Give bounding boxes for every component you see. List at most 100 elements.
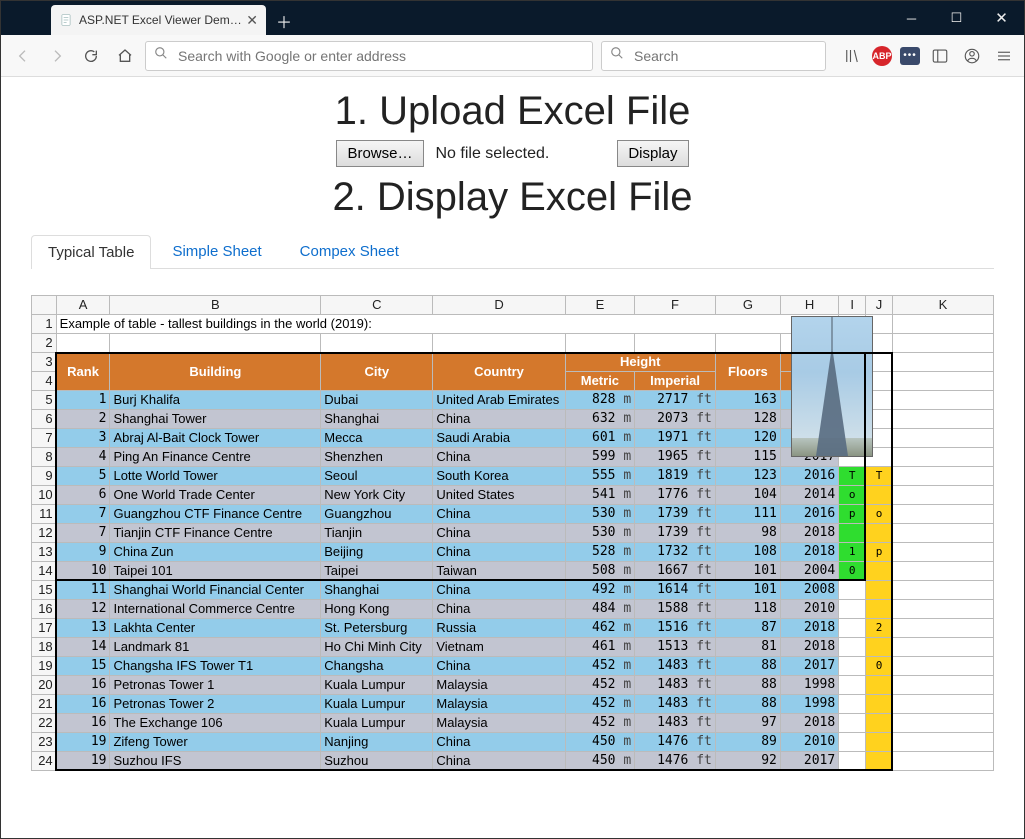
- cell-city[interactable]: St. Petersburg: [321, 619, 433, 638]
- cell-building[interactable]: Lotte World Tower: [110, 467, 321, 486]
- cell-rank[interactable]: 9: [56, 543, 110, 562]
- col-header[interactable]: B: [110, 296, 321, 315]
- sidebar-icon[interactable]: [928, 44, 952, 68]
- back-button[interactable]: [9, 42, 37, 70]
- cell-rank[interactable]: 14: [56, 638, 110, 657]
- cell-imperial[interactable]: 1739 ft: [635, 524, 716, 543]
- cell-city[interactable]: Kuala Lumpur: [321, 695, 433, 714]
- cell-country[interactable]: Saudi Arabia: [433, 429, 565, 448]
- cell-year[interactable]: 2017: [780, 752, 838, 771]
- cell-year[interactable]: 1998: [780, 695, 838, 714]
- cell-metric[interactable]: 484 m: [565, 600, 635, 619]
- cell-floors[interactable]: 88: [715, 695, 780, 714]
- cell-year[interactable]: 2018: [780, 714, 838, 733]
- cell-rank[interactable]: 1: [56, 391, 110, 410]
- cell-building[interactable]: Ping An Finance Centre: [110, 448, 321, 467]
- browse-button[interactable]: Browse…: [336, 140, 423, 167]
- cell-imperial[interactable]: 1588 ft: [635, 600, 716, 619]
- cell-building[interactable]: Shanghai World Financial Center: [110, 581, 321, 600]
- account-icon[interactable]: [960, 44, 984, 68]
- col-header[interactable]: I: [839, 296, 866, 315]
- search-input[interactable]: [632, 47, 817, 65]
- tab-simple-sheet[interactable]: Simple Sheet: [155, 234, 278, 268]
- cell-year[interactable]: 2016: [780, 505, 838, 524]
- cell-city[interactable]: Tianjin: [321, 524, 433, 543]
- cell-building[interactable]: Taipei 101: [110, 562, 321, 581]
- cell-metric[interactable]: 461 m: [565, 638, 635, 657]
- row-header[interactable]: 4: [32, 372, 57, 391]
- cell-country[interactable]: Malaysia: [433, 695, 565, 714]
- row-header[interactable]: 5: [32, 391, 57, 410]
- cell-city[interactable]: Seoul: [321, 467, 433, 486]
- display-button[interactable]: Display: [617, 140, 688, 167]
- forward-button[interactable]: [43, 42, 71, 70]
- cell-country[interactable]: China: [433, 524, 565, 543]
- cell-floors[interactable]: 118: [715, 600, 780, 619]
- cell-year[interactable]: 2018: [780, 638, 838, 657]
- browser-tab[interactable]: ASP.NET Excel Viewer Demo - A ✕: [51, 5, 266, 35]
- cell-floors[interactable]: 111: [715, 505, 780, 524]
- cell-metric[interactable]: 508 m: [565, 562, 635, 581]
- cell-city[interactable]: Shenzhen: [321, 448, 433, 467]
- cell-rank[interactable]: 5: [56, 467, 110, 486]
- adblock-icon[interactable]: ABP: [872, 46, 892, 66]
- cell-city[interactable]: Ho Chi Minh City: [321, 638, 433, 657]
- cell-floors[interactable]: 128: [715, 410, 780, 429]
- cell-imperial[interactable]: 1776 ft: [635, 486, 716, 505]
- cell-country[interactable]: China: [433, 505, 565, 524]
- cell-metric[interactable]: 601 m: [565, 429, 635, 448]
- cell-country[interactable]: China: [433, 657, 565, 676]
- cell-floors[interactable]: 92: [715, 752, 780, 771]
- cell-rank[interactable]: 10: [56, 562, 110, 581]
- row-header[interactable]: 15: [32, 581, 57, 600]
- cell-building[interactable]: Changsha IFS Tower T1: [110, 657, 321, 676]
- cell-metric[interactable]: 528 m: [565, 543, 635, 562]
- cell-metric[interactable]: 462 m: [565, 619, 635, 638]
- cell-imperial[interactable]: 1483 ft: [635, 714, 716, 733]
- cell-city[interactable]: Taipei: [321, 562, 433, 581]
- cell-city[interactable]: Hong Kong: [321, 600, 433, 619]
- col-header[interactable]: C: [321, 296, 433, 315]
- cell-imperial[interactable]: 2073 ft: [635, 410, 716, 429]
- cell-year[interactable]: 2018: [780, 524, 838, 543]
- cell-city[interactable]: Mecca: [321, 429, 433, 448]
- cell-building[interactable]: Guangzhou CTF Finance Centre: [110, 505, 321, 524]
- cell-country[interactable]: United Arab Emirates: [433, 391, 565, 410]
- row-header[interactable]: 13: [32, 543, 57, 562]
- row-header[interactable]: 12: [32, 524, 57, 543]
- cell-floors[interactable]: 104: [715, 486, 780, 505]
- cell-metric[interactable]: 452 m: [565, 676, 635, 695]
- cell-year[interactable]: 2018: [780, 543, 838, 562]
- cell-rank[interactable]: 11: [56, 581, 110, 600]
- cell-building[interactable]: International Commerce Centre: [110, 600, 321, 619]
- cell-rank[interactable]: 7: [56, 524, 110, 543]
- new-tab-button[interactable]: ＋: [270, 7, 298, 35]
- cell-city[interactable]: Suzhou: [321, 752, 433, 771]
- cell-building[interactable]: Abraj Al-Bait Clock Tower: [110, 429, 321, 448]
- cell-country[interactable]: China: [433, 410, 565, 429]
- cell-rank[interactable]: 19: [56, 752, 110, 771]
- cell-metric[interactable]: 492 m: [565, 581, 635, 600]
- row-header[interactable]: 17: [32, 619, 57, 638]
- cell-rank[interactable]: 3: [56, 429, 110, 448]
- cell-country[interactable]: Vietnam: [433, 638, 565, 657]
- cell-country[interactable]: United States: [433, 486, 565, 505]
- col-header[interactable]: F: [635, 296, 716, 315]
- corner-cell[interactable]: [32, 296, 57, 315]
- cell-city[interactable]: Guangzhou: [321, 505, 433, 524]
- tab-close-icon[interactable]: ✕: [246, 12, 258, 29]
- row-header[interactable]: 1: [32, 315, 57, 334]
- cell-rank[interactable]: 13: [56, 619, 110, 638]
- cell-rank[interactable]: 16: [56, 695, 110, 714]
- cell-country[interactable]: China: [433, 581, 565, 600]
- address-bar[interactable]: [145, 41, 593, 71]
- col-header[interactable]: J: [866, 296, 893, 315]
- cell-rank[interactable]: 19: [56, 733, 110, 752]
- row-header[interactable]: 14: [32, 562, 57, 581]
- cell-year[interactable]: 2010: [780, 733, 838, 752]
- col-header[interactable]: G: [715, 296, 780, 315]
- row-header[interactable]: 3: [32, 353, 57, 372]
- cell-metric[interactable]: 452 m: [565, 695, 635, 714]
- cell-building[interactable]: Zifeng Tower: [110, 733, 321, 752]
- cell-city[interactable]: Kuala Lumpur: [321, 676, 433, 695]
